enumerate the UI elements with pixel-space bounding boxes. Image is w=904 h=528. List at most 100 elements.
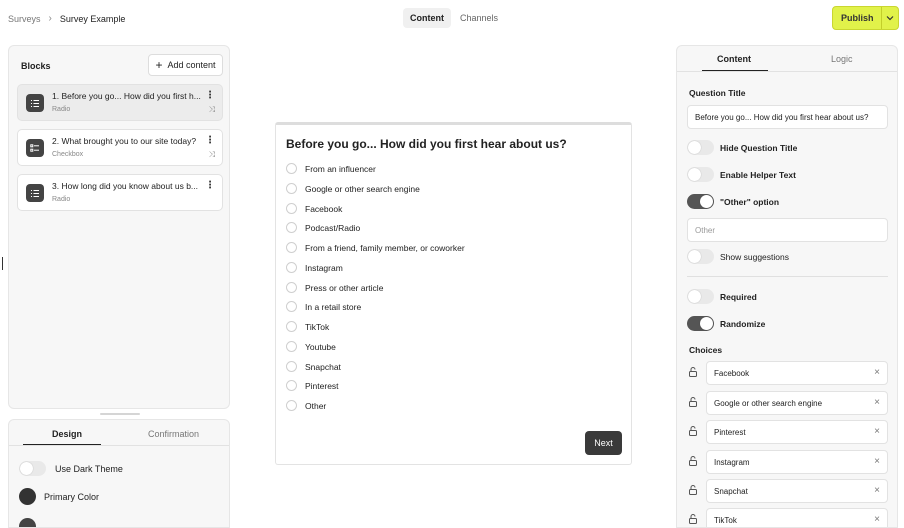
radio-button[interactable] — [286, 203, 297, 214]
choice-input[interactable]: Snapchat × — [706, 479, 888, 503]
option-row[interactable]: TikTok — [286, 321, 329, 332]
question-title-input[interactable]: Before you go... How did you first hear … — [687, 105, 888, 129]
tab-content[interactable]: Content — [403, 8, 451, 28]
settings-divider — [687, 276, 888, 277]
helper-text-toggle[interactable] — [687, 167, 714, 182]
option-label: From an influencer — [305, 163, 376, 174]
choice-input[interactable]: Facebook × — [706, 361, 888, 385]
close-icon[interactable]: × — [874, 456, 880, 467]
option-label: Instagram — [305, 262, 343, 273]
unlock-icon[interactable] — [687, 455, 699, 467]
radio-button[interactable] — [286, 222, 297, 233]
choice-row: Facebook × — [687, 361, 888, 385]
design-panel: Design Confirmation Use Dark Theme Prima… — [8, 419, 230, 528]
more-vertical-icon[interactable]: ⋮ — [205, 90, 215, 101]
tab-content-settings[interactable]: Content — [717, 54, 751, 64]
radio-button[interactable] — [286, 321, 297, 332]
block-type: Checkbox — [52, 151, 84, 158]
publish-dropdown[interactable] — [881, 7, 898, 29]
choice-row: Google or other search engine × — [687, 391, 888, 415]
radio-button[interactable] — [286, 163, 297, 174]
option-row[interactable]: From a friend, family member, or coworke… — [286, 242, 465, 253]
required-toggle[interactable] — [687, 289, 714, 304]
option-row[interactable]: Facebook — [286, 203, 342, 214]
option-label: From a friend, family member, or coworke… — [305, 242, 465, 253]
next-button[interactable]: Next — [585, 431, 622, 455]
close-icon[interactable]: × — [874, 514, 880, 525]
choice-input[interactable]: Pinterest × — [706, 420, 888, 444]
more-vertical-icon[interactable]: ⋮ — [205, 180, 215, 191]
choice-text: Google or other search engine — [714, 399, 823, 408]
choice-input[interactable]: Instagram × — [706, 450, 888, 474]
tab-design[interactable]: Design — [52, 429, 82, 439]
add-content-label: Add content — [167, 60, 216, 70]
primary-color-swatch[interactable] — [19, 488, 36, 505]
tab-channels[interactable]: Channels — [453, 8, 505, 28]
radio-button[interactable] — [286, 262, 297, 273]
option-row[interactable]: Podcast/Radio — [286, 222, 360, 233]
unlock-icon[interactable] — [687, 396, 699, 408]
hide-title-toggle[interactable] — [687, 140, 714, 155]
list-icon — [26, 94, 44, 112]
option-row[interactable]: Snapchat — [286, 361, 341, 372]
close-icon[interactable]: × — [874, 397, 880, 408]
hide-title-row: Hide Question Title — [687, 140, 797, 155]
other-option-label: "Other" option — [720, 196, 780, 207]
breadcrumb-surveys-link[interactable]: Surveys — [8, 14, 41, 24]
close-icon[interactable]: × — [874, 485, 880, 496]
option-row[interactable]: Google or other search engine — [286, 183, 420, 194]
randomize-label: Randomize — [720, 318, 766, 329]
tab-confirmation[interactable]: Confirmation — [148, 429, 199, 439]
more-vertical-icon[interactable]: ⋮ — [205, 135, 215, 146]
option-row[interactable]: From an influencer — [286, 163, 376, 174]
unlock-icon[interactable] — [687, 484, 699, 496]
radio-button[interactable] — [286, 361, 297, 372]
option-row[interactable]: Other — [286, 400, 326, 411]
resize-handle[interactable] — [100, 413, 140, 415]
close-icon[interactable]: × — [874, 426, 880, 437]
radio-button[interactable] — [286, 242, 297, 253]
add-content-button[interactable]: + Add content — [148, 54, 223, 76]
option-row[interactable]: Youtube — [286, 341, 336, 352]
unlock-icon[interactable] — [687, 366, 699, 378]
dark-theme-toggle[interactable] — [19, 461, 46, 476]
option-label: Podcast/Radio — [305, 222, 361, 233]
publish-button[interactable]: Publish — [832, 6, 899, 30]
secondary-color-swatch[interactable] — [19, 518, 36, 527]
option-row[interactable]: Pinterest — [286, 380, 339, 391]
helper-text-label: Enable Helper Text — [720, 169, 796, 180]
block-item[interactable]: 1. Before you go... How did you first h.… — [17, 84, 223, 121]
list-icon — [26, 184, 44, 202]
unlock-icon[interactable] — [687, 425, 699, 437]
other-option-input[interactable]: Other — [687, 218, 888, 242]
other-option-toggle[interactable] — [687, 194, 714, 209]
choice-input[interactable]: Google or other search engine × — [706, 391, 888, 415]
radio-button[interactable] — [286, 380, 297, 391]
close-icon[interactable]: × — [874, 367, 880, 378]
radio-button[interactable] — [286, 400, 297, 411]
unlock-icon[interactable] — [687, 513, 699, 525]
choice-text: Pinterest — [714, 428, 746, 437]
radio-button[interactable] — [286, 301, 297, 312]
tab-logic[interactable]: Logic — [831, 54, 853, 64]
choice-text: TikTok — [714, 516, 737, 525]
block-type: Radio — [52, 106, 71, 113]
radio-button[interactable] — [286, 183, 297, 194]
option-label: Other — [305, 400, 327, 411]
block-title: 1. Before you go... How did you first h.… — [52, 91, 201, 101]
option-row[interactable]: Instagram — [286, 262, 343, 273]
radio-button[interactable] — [286, 282, 297, 293]
checklist-icon — [26, 139, 44, 157]
randomize-toggle[interactable] — [687, 316, 714, 331]
block-item[interactable]: 2. What brought you to our site today? C… — [17, 129, 223, 166]
radio-button[interactable] — [286, 341, 297, 352]
show-suggestions-toggle[interactable] — [687, 249, 714, 264]
breadcrumb-separator: › — [48, 13, 52, 24]
primary-color-row: Primary Color — [19, 488, 99, 505]
option-row[interactable]: In a retail store — [286, 301, 361, 312]
chevron-down-icon — [886, 16, 894, 21]
block-item[interactable]: 3. How long did you know about us b... R… — [17, 174, 223, 211]
choice-input[interactable]: TikTok × — [706, 508, 888, 527]
option-row[interactable]: Press or other article — [286, 282, 383, 293]
shuffle-icon: ⤨ — [208, 150, 215, 159]
